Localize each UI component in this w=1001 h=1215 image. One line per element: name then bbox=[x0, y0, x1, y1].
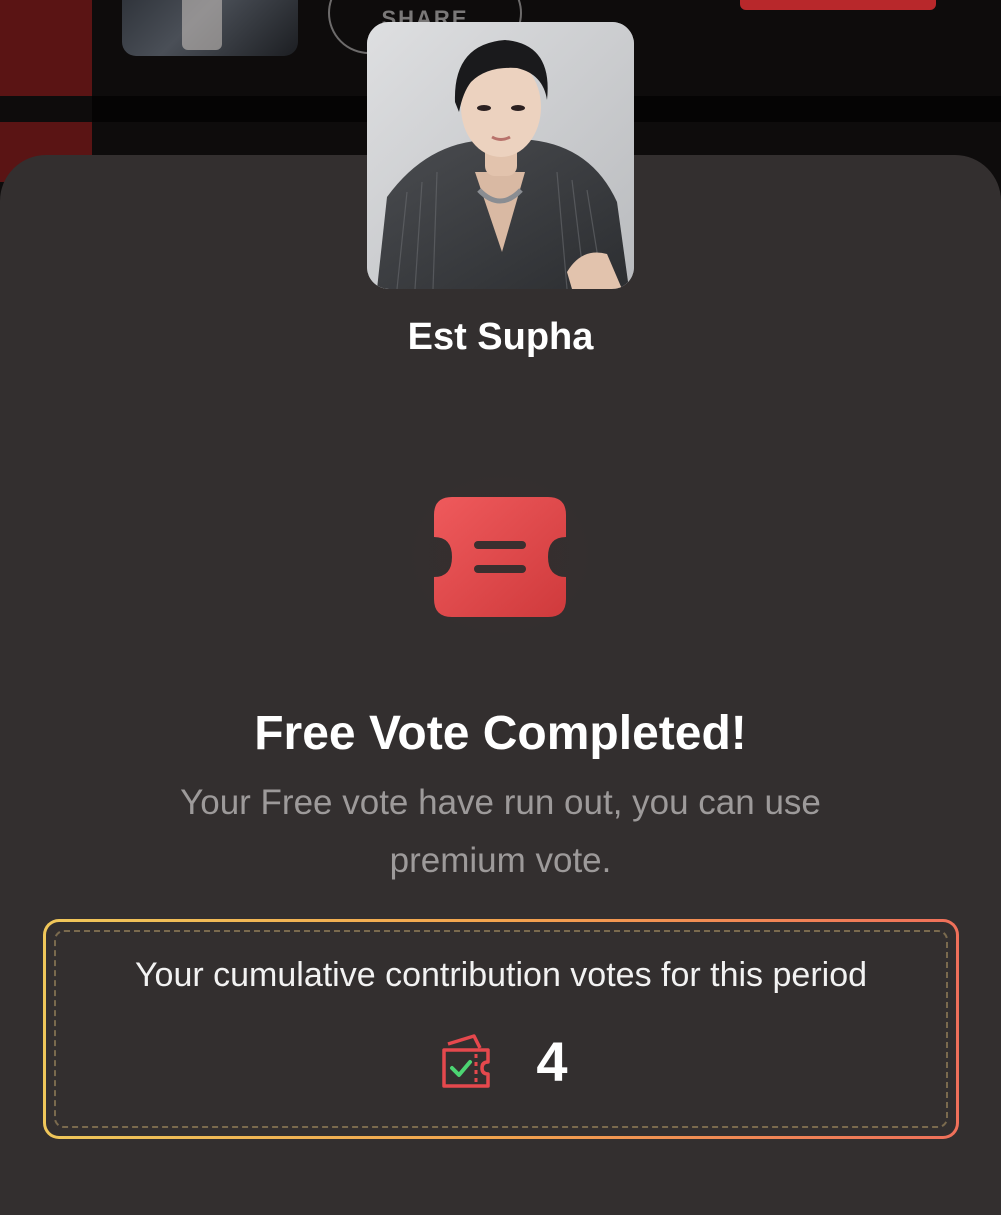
contribution-box-inner: Your cumulative contribution votes for t… bbox=[46, 922, 956, 1136]
background-rank-strip bbox=[0, 0, 92, 96]
contribution-vote-count: 4 bbox=[536, 1030, 568, 1093]
vote-ticket-check-icon bbox=[442, 1034, 491, 1088]
contribution-count-row: 4 bbox=[46, 1030, 956, 1094]
artist-name: Est Supha bbox=[407, 316, 594, 358]
background-artist-thumbnail bbox=[122, 0, 298, 56]
contribution-label: Your cumulative contribution votes for t… bbox=[134, 956, 868, 994]
background-vote-button bbox=[740, 0, 936, 10]
result-message: Your Free vote have run out, you can use… bbox=[180, 783, 821, 880]
artist-avatar bbox=[367, 22, 634, 289]
ticket-icon bbox=[430, 497, 570, 617]
result-title: Free Vote Completed! bbox=[254, 707, 747, 760]
contribution-box: Your cumulative contribution votes for t… bbox=[43, 919, 959, 1139]
